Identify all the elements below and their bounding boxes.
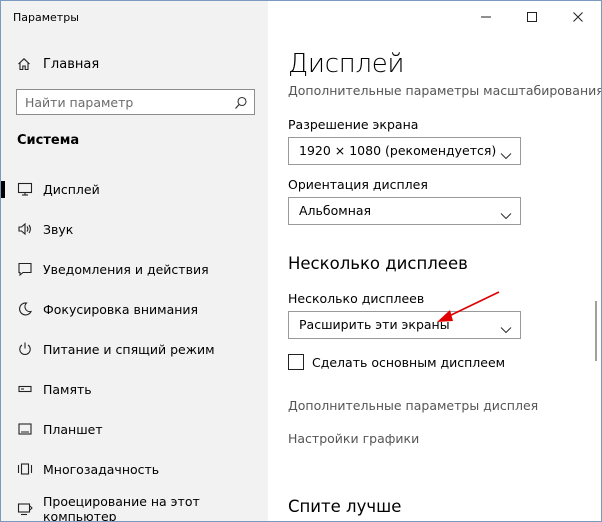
chevron-down-icon: [500, 206, 512, 220]
sidebar: Параметры Главная Система Дисплей: [1, 1, 268, 521]
orientation-dropdown[interactable]: Альбомная: [288, 197, 521, 225]
app-title: Параметры: [13, 11, 79, 24]
multiple-displays-dropdown[interactable]: Расширить эти экраны: [288, 311, 521, 339]
multiple-displays-label: Несколько дисплеев: [288, 291, 425, 306]
sidebar-item-label: Планшет: [43, 421, 103, 437]
monitor-icon: [17, 181, 33, 197]
orientation-value: Альбомная: [299, 203, 372, 218]
sidebar-item-label: Фокусировка внимания: [43, 301, 199, 317]
resolution-value: 1920 × 1080 (рекомендуется): [299, 143, 497, 158]
multiple-displays-value: Расширить эти экраны: [299, 317, 450, 332]
sidebar-item-sound[interactable]: Звук: [1, 209, 268, 249]
home-label: Главная: [43, 56, 100, 72]
sidebar-item-focus[interactable]: Фокусировка внимания: [1, 289, 268, 329]
page-title: Дисплей: [288, 49, 405, 79]
main-display-checkbox[interactable]: [288, 354, 304, 370]
advanced-display-link[interactable]: Дополнительные параметры дисплея: [288, 398, 538, 413]
tablet-icon: [17, 421, 33, 437]
advanced-scaling-link[interactable]: Дополнительные параметры масштабирования: [288, 83, 601, 98]
projection-icon: [17, 501, 33, 517]
sidebar-item-projection[interactable]: Проецирование на этот компьютер: [1, 489, 268, 522]
chevron-down-icon: [500, 320, 512, 334]
search-input[interactable]: [25, 93, 225, 111]
notification-icon: [17, 261, 33, 277]
sleep-better-heading: Спите лучше: [288, 497, 402, 516]
search-icon[interactable]: [234, 95, 248, 109]
settings-window: Параметры Главная Система Дисплей: [0, 0, 602, 522]
main-display-checkbox-label[interactable]: Сделать основным дисплеем: [312, 355, 505, 370]
sidebar-item-power[interactable]: Питание и спящий режим: [1, 329, 268, 369]
sidebar-nav: Дисплей Звук Уведомления и действия Фоку…: [1, 169, 268, 522]
sidebar-item-storage[interactable]: Память: [1, 369, 268, 409]
moon-icon: [17, 301, 33, 317]
sidebar-item-label: Многозадачность: [43, 461, 160, 477]
sidebar-item-tablet[interactable]: Планшет: [1, 409, 268, 449]
sidebar-item-label: Питание и спящий режим: [43, 341, 215, 357]
home-nav-item[interactable]: Главная: [17, 54, 99, 74]
sidebar-item-label: Проецирование на этот компьютер: [43, 494, 200, 522]
orientation-label: Ориентация дисплея: [288, 177, 428, 192]
multitasking-icon: [17, 461, 33, 477]
sidebar-item-label: Звук: [43, 221, 74, 237]
resolution-label: Разрешение экрана: [288, 117, 419, 132]
main-content: Дисплей Дополнительные параметры масштаб…: [288, 1, 601, 521]
scrollbar[interactable]: [595, 301, 597, 361]
sidebar-item-notifications[interactable]: Уведомления и действия: [1, 249, 268, 289]
home-icon: [17, 57, 31, 71]
sidebar-item-label: Дисплей: [43, 181, 100, 197]
search-box[interactable]: [16, 89, 255, 115]
resolution-dropdown[interactable]: 1920 × 1080 (рекомендуется): [288, 137, 521, 165]
graphics-settings-link[interactable]: Настройки графики: [288, 431, 419, 446]
multiple-displays-heading: Несколько дисплеев: [288, 254, 468, 273]
sidebar-item-display[interactable]: Дисплей: [1, 169, 268, 209]
section-title: Система: [17, 133, 80, 148]
sidebar-item-multitasking[interactable]: Многозадачность: [1, 449, 268, 489]
speaker-icon: [17, 221, 33, 237]
chevron-down-icon: [500, 146, 512, 160]
storage-icon: [17, 381, 33, 397]
sidebar-item-label: Уведомления и действия: [43, 261, 209, 277]
power-icon: [17, 341, 33, 357]
sidebar-item-label: Память: [43, 381, 92, 397]
